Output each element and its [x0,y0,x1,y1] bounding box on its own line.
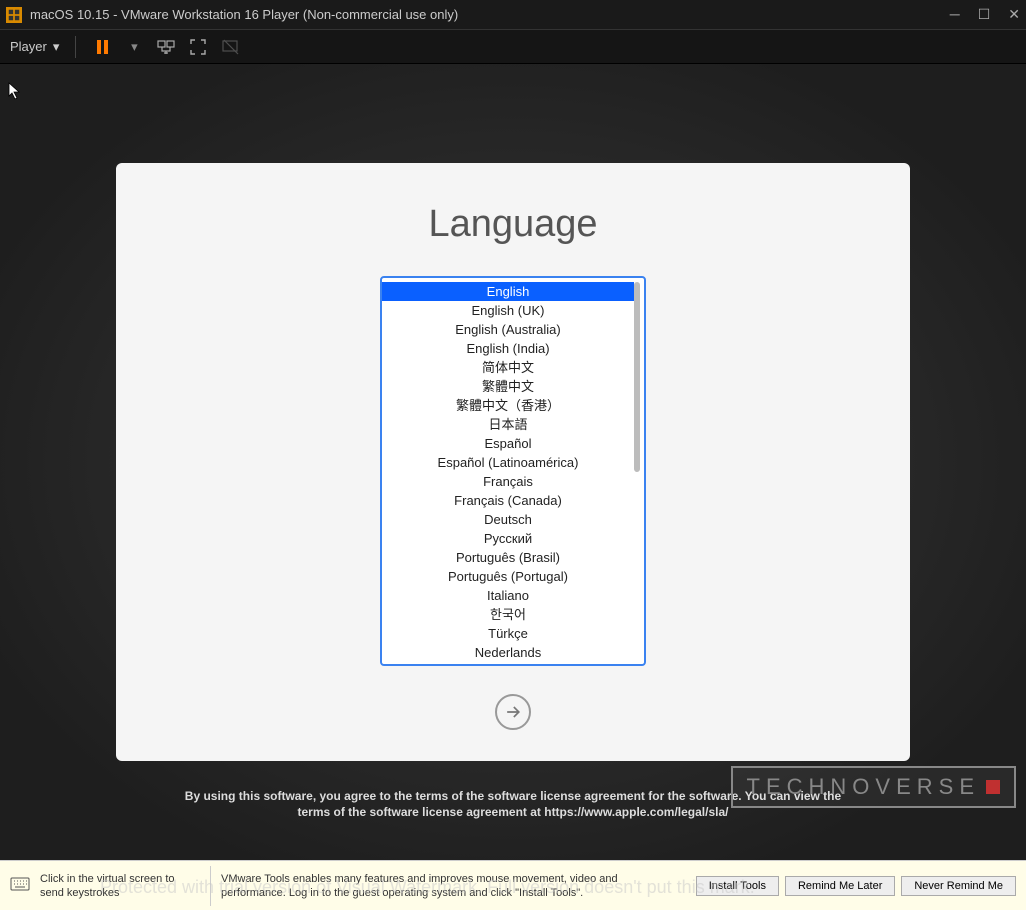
language-option[interactable]: Español (Latinoamérica) [382,453,634,472]
pause-button[interactable] [92,37,112,57]
language-option[interactable]: 繁體中文 [382,377,634,396]
send-ctrl-alt-del-button[interactable] [156,37,176,57]
remind-later-button[interactable]: Remind Me Later [785,876,895,896]
language-option[interactable]: Deutsch [382,510,634,529]
watermark-brand-logo: TECHNOVERSE [731,766,1016,808]
macos-installer-panel: Language EnglishEnglish (UK)English (Aus… [116,163,910,761]
language-option[interactable]: Português (Portugal) [382,567,634,586]
language-option[interactable]: Русский [382,529,634,548]
dropdown-icon: ▾ [53,39,60,55]
language-option[interactable]: Türkçe [382,624,634,643]
language-listbox[interactable]: EnglishEnglish (UK)English (Australia)En… [380,276,646,666]
window-title: macOS 10.15 - VMware Workstation 16 Play… [30,7,950,22]
keyboard-icon [10,877,30,894]
minimize-button[interactable]: ─ [950,6,960,23]
unity-mode-button[interactable] [220,37,240,57]
fullscreen-button[interactable] [188,37,208,57]
toolbar-separator [75,36,76,58]
language-option[interactable]: 简体中文 [382,358,634,377]
language-option[interactable]: English (Australia) [382,320,634,339]
cursor-icon [8,82,22,105]
vm-viewport[interactable]: Language EnglishEnglish (UK)English (Aus… [0,64,1026,860]
language-option[interactable]: Português (Brasil) [382,548,634,567]
installer-title: Language [428,203,597,246]
watermark-trial-text: Protected with trial version of Visual W… [100,877,755,898]
language-option[interactable]: English [382,282,634,301]
language-option[interactable]: Nederlands [382,643,634,662]
toolbar: Player ▾ ▾ [0,30,1026,64]
player-menu[interactable]: Player ▾ [10,39,59,55]
window-titlebar: macOS 10.15 - VMware Workstation 16 Play… [0,0,1026,30]
language-option[interactable]: Français (Canada) [382,491,634,510]
language-option[interactable]: Español [382,434,634,453]
continue-button[interactable] [495,694,531,730]
vmware-app-icon [6,7,22,23]
close-button[interactable]: ✕ [1008,6,1020,23]
language-option[interactable]: 日本語 [382,415,634,434]
never-remind-button[interactable]: Never Remind Me [901,876,1016,896]
power-dropdown-icon[interactable]: ▾ [124,37,144,57]
language-option[interactable]: 한국어 [382,605,634,624]
language-option[interactable]: English (UK) [382,301,634,320]
player-menu-label: Player [10,39,47,54]
chip-icon [986,780,1000,794]
language-option[interactable]: 繁體中文（香港） [382,396,634,415]
language-option[interactable]: English (India) [382,339,634,358]
language-scrollbar[interactable] [634,278,644,664]
maximize-button[interactable]: ☐ [978,6,991,23]
language-option[interactable]: Italiano [382,586,634,605]
language-option[interactable]: Français [382,472,634,491]
scrollbar-thumb[interactable] [634,282,640,472]
